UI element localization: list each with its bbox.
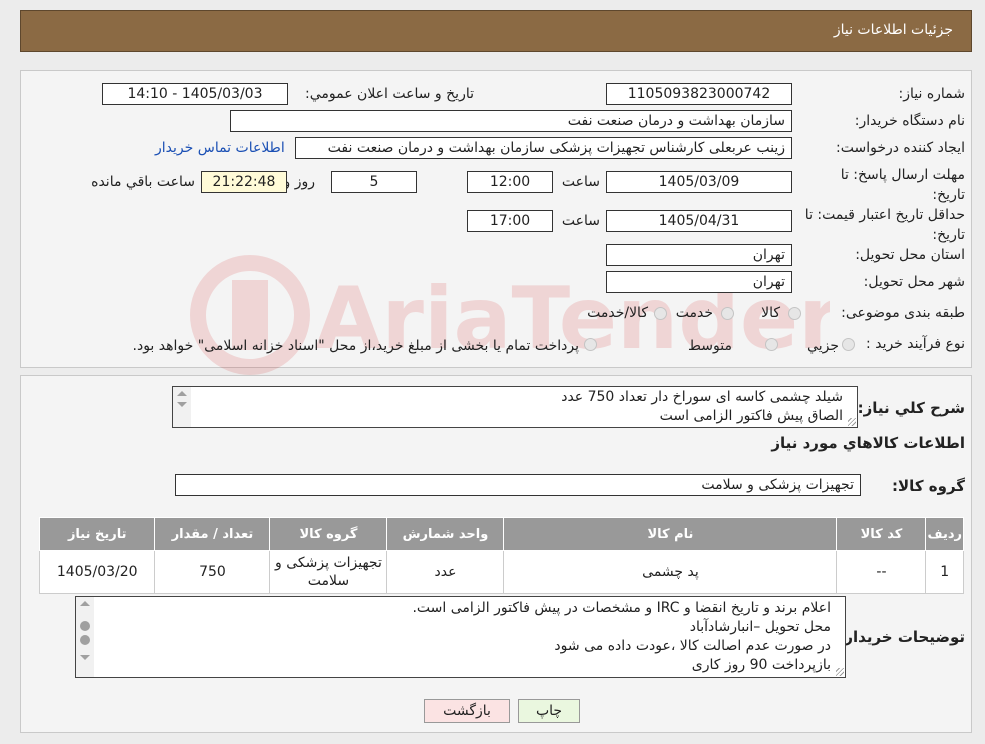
deadline-date-field: 1405/03/09: [606, 171, 792, 193]
category-radio-service[interactable]: [721, 307, 734, 320]
table-row: 1 -- پد چشمی عدد تجهیزات پزشکی و سلامت 7…: [38, 550, 964, 594]
scroll-down-icon[interactable]: [80, 655, 90, 660]
col-date: تاريخ نياز: [38, 517, 156, 551]
category-option-service: خدمت: [675, 305, 713, 321]
process-radio-treasury[interactable]: [584, 338, 597, 351]
city-label: شهر محل تحويل:: [863, 274, 965, 290]
resize-grip-icon[interactable]: [848, 418, 856, 426]
validity-date-field: 1405/04/31: [606, 210, 792, 232]
buyer-notes-line-3: در صورت عدم اصالت کالا ،عودت داده می شود: [554, 638, 831, 654]
days-label: روز و: [283, 174, 316, 190]
goods-group-field: تجهیزات پزشکی و سلامت: [175, 474, 861, 496]
need-number-field: 1105093823000742: [606, 83, 792, 105]
process-option-partial: جزيي: [807, 338, 839, 354]
announce-label: تاريخ و ساعت اعلان عمومي:: [305, 86, 474, 102]
col-name: نام کالا: [503, 517, 838, 551]
scroll-up-icon[interactable]: [177, 391, 187, 396]
cell-date: 1405/03/20: [38, 550, 156, 594]
description-textarea[interactable]: شیلد چشمی کاسه ای سوراخ دار تعداد 750 عد…: [172, 386, 858, 428]
resize-grip-icon[interactable]: [836, 668, 844, 676]
validity-time-field: 17:00: [467, 210, 553, 232]
category-radio-goods-service[interactable]: [654, 307, 667, 320]
days-remaining-field: 5: [331, 171, 417, 193]
buyer-notes-line-1: اعلام برند و تاریخ انقضا و IRC و مشخصات …: [412, 600, 831, 616]
deadline-time-label: ساعت: [561, 174, 600, 190]
col-group: گروه کالا: [269, 517, 388, 551]
print-button[interactable]: چاپ: [518, 699, 580, 723]
scroll-thumb[interactable]: [80, 621, 90, 631]
buyer-org-field: سازمان بهداشت و درمان صنعت نفت: [230, 110, 792, 132]
description-scrollbar[interactable]: [173, 387, 191, 427]
col-index: رديف: [925, 517, 964, 551]
goods-group-label: گروه کالا:: [892, 477, 965, 495]
remaining-label: ساعت باقي مانده: [91, 174, 195, 190]
cell-qty: 750: [154, 550, 271, 594]
category-radio-goods[interactable]: [788, 307, 801, 320]
process-radio-partial[interactable]: [842, 338, 855, 351]
process-label: نوع فرآيند خريد :: [866, 336, 965, 352]
buyer-notes-line-2: محل تحویل –انبارشادآباد: [689, 619, 831, 635]
category-label: طبقه بندی موضوعی:: [841, 305, 965, 321]
city-field: تهران: [606, 271, 792, 293]
goods-table: رديف کد کالا نام کالا واحد شمارش گروه کا…: [38, 517, 964, 594]
cell-index: 1: [925, 550, 964, 594]
buyer-notes-scrollbar[interactable]: [76, 597, 94, 677]
category-option-goods: کالا: [761, 305, 780, 321]
validity-time-label: ساعت: [561, 213, 600, 229]
scroll-thumb-handle[interactable]: [80, 635, 90, 645]
goods-table-header: رديف کد کالا نام کالا واحد شمارش گروه کا…: [38, 517, 964, 551]
countdown-timer: 21:22:48: [201, 171, 287, 193]
buyer-notes-line-4: بازپرداخت 90 روز کاری: [691, 657, 831, 673]
scroll-down-icon[interactable]: [177, 402, 187, 407]
announce-date-field: 1405/03/03 - 14:10: [102, 83, 288, 105]
description-line-1: شیلد چشمی کاسه ای سوراخ دار تعداد 750 عد…: [561, 389, 843, 405]
cell-code: --: [836, 550, 927, 594]
buyer-org-label: نام دستگاه خريدار:: [854, 113, 965, 129]
cell-group: تجهیزات پزشکی و سلامت: [269, 550, 388, 594]
buyer-notes-textarea[interactable]: اعلام برند و تاریخ انقضا و IRC و مشخصات …: [75, 596, 846, 678]
requester-label: ايجاد کننده درخواست:: [836, 140, 965, 156]
province-label: استان محل تحويل:: [855, 247, 965, 263]
page-header: جزئیات اطلاعات نیاز: [20, 10, 972, 52]
category-option-goods-service: کالا/خدمت: [587, 305, 648, 321]
back-button[interactable]: بازگشت: [424, 699, 510, 723]
cell-unit: عدد: [386, 550, 505, 594]
process-radio-medium[interactable]: [765, 338, 778, 351]
col-qty: تعداد / مقدار: [154, 517, 271, 551]
requester-field: زینب عربعلی کارشناس تجهیزات پزشکی سازمان…: [295, 137, 792, 159]
scroll-up-icon[interactable]: [80, 601, 90, 606]
goods-section-title: اطلاعات کالاهاي مورد نياز: [771, 434, 965, 452]
cell-name: پد چشمی: [503, 550, 838, 594]
description-label: شرح کلي نياز:: [857, 399, 965, 417]
payment-note: پرداخت تمام يا بخشی از مبلغ خريد،از محل …: [132, 338, 579, 354]
buyer-notes-label: توضيحات خريدار:: [838, 628, 965, 646]
validity-label: حداقل تاريخ اعتبار قيمت: تا تاريخ:: [804, 207, 965, 243]
need-number-label: شماره نیاز:: [898, 86, 966, 102]
deadline-time-field: 12:00: [467, 171, 553, 193]
deadline-label: مهلت ارسال پاسخ: تا تاريخ:: [840, 167, 965, 203]
description-line-2: الصاق پیش فاکتور الزامی است: [659, 408, 843, 424]
buyer-contact-link[interactable]: اطلاعات تماس خريدار: [155, 140, 285, 156]
col-code: کد کالا: [836, 517, 927, 551]
page-title: جزئیات اطلاعات نیاز: [833, 22, 953, 38]
process-option-medium: متوسط: [688, 338, 732, 354]
col-unit: واحد شمارش: [386, 517, 505, 551]
province-field: تهران: [606, 244, 792, 266]
